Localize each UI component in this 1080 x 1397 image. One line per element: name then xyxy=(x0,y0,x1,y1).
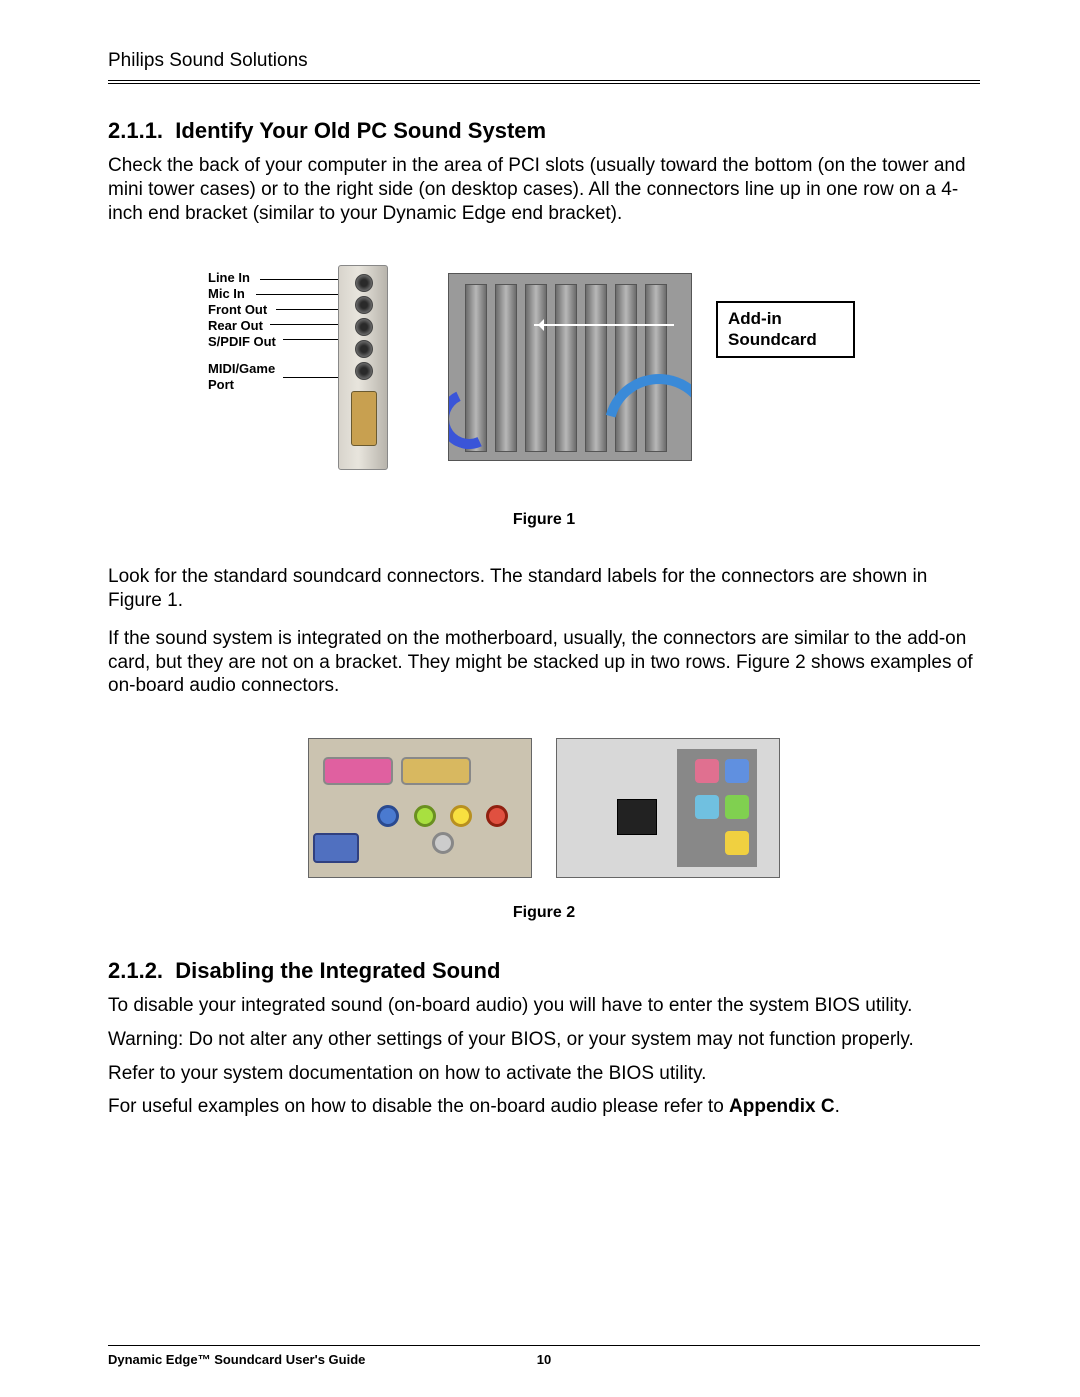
section-212-paragraph-3: Refer to your system documentation on ho… xyxy=(108,1062,980,1086)
jack-icon xyxy=(355,318,373,336)
section-212-paragraph-1: To disable your integrated sound (on-boa… xyxy=(108,994,980,1018)
audio-jack-icon xyxy=(725,831,749,855)
leader-line xyxy=(260,279,342,280)
parallel-port-icon xyxy=(323,757,393,785)
label-port: Port xyxy=(208,378,276,393)
section-212-paragraph-4: For useful examples on how to disable th… xyxy=(108,1095,980,1119)
header-rule xyxy=(108,80,980,84)
section-211-paragraph-1: Check the back of your computer in the a… xyxy=(108,154,980,225)
label-midi-game: MIDI/Game xyxy=(208,362,276,377)
paragraph-lookfor: Look for the standard soundcard connecto… xyxy=(108,565,980,613)
game-port-icon xyxy=(401,757,471,785)
section-title: Disabling the Integrated Sound xyxy=(175,958,500,983)
jack-icon xyxy=(355,362,373,380)
audio-jack-icon xyxy=(377,805,399,827)
audio-jack-icon xyxy=(414,805,436,827)
leader-line xyxy=(283,339,342,340)
appendix-c-ref: Appendix C xyxy=(729,1096,835,1117)
callout-line2: Soundcard xyxy=(728,330,817,349)
audio-jack-icon xyxy=(725,759,749,783)
audio-jack-icon xyxy=(486,805,508,827)
figure-2-caption: Figure 2 xyxy=(108,904,980,922)
arrow-icon xyxy=(534,324,674,326)
vga-port-icon xyxy=(313,833,359,863)
addin-soundcard-callout: Add-in Soundcard xyxy=(716,301,855,358)
leader-line xyxy=(256,294,342,295)
callout-line1: Add-in xyxy=(728,309,782,328)
audio-jack-icon xyxy=(695,759,719,783)
footer-page-number: 10 xyxy=(537,1352,551,1367)
audio-jack-icon xyxy=(725,795,749,819)
section-heading-212: 2.1.2. Disabling the Integrated Sound xyxy=(108,958,980,984)
paragraph-integrated: If the sound system is integrated on the… xyxy=(108,627,980,698)
section-number: 2.1.2. xyxy=(108,958,163,983)
pc-back-photo xyxy=(448,273,692,461)
page-header: Philips Sound Solutions xyxy=(108,50,980,72)
label-spdif-out: S/PDIF Out xyxy=(208,335,276,350)
footer-title: Dynamic Edge™ Soundcard User's Guide xyxy=(108,1352,365,1367)
page-footer: Dynamic Edge™ Soundcard User's Guide 10 xyxy=(108,1345,980,1367)
bracket-port-labels: Line In Mic In Front Out Rear Out S/PDIF… xyxy=(208,271,276,394)
section-title: Identify Your Old PC Sound System xyxy=(175,118,546,143)
onboard-audio-photo-b xyxy=(556,738,780,878)
label-front-out: Front Out xyxy=(208,303,276,318)
jack-icon xyxy=(355,296,373,314)
section-number: 2.1.1. xyxy=(108,118,163,143)
leader-line xyxy=(270,324,342,325)
audio-jack-icon xyxy=(432,832,454,854)
jack-icon xyxy=(355,340,373,358)
footer-rule xyxy=(108,1345,980,1346)
audio-jack-icon xyxy=(450,805,472,827)
section-heading-211: 2.1.1. Identify Your Old PC Sound System xyxy=(108,118,980,144)
section-212-paragraph-2: Warning: Do not alter any other settings… xyxy=(108,1028,980,1052)
label-rear-out: Rear Out xyxy=(208,319,276,334)
figure-2-area xyxy=(108,738,980,878)
usb-port-icon xyxy=(617,799,657,835)
p4-text-a: For useful examples on how to disable th… xyxy=(108,1096,729,1117)
leader-line xyxy=(283,377,342,378)
leader-line xyxy=(276,309,342,310)
soundcard-bracket-diagram xyxy=(338,265,388,470)
figure-1-area: Line In Mic In Front Out Rear Out S/PDIF… xyxy=(108,265,980,485)
midi-port-icon xyxy=(351,391,377,446)
audio-jack-icon xyxy=(695,795,719,819)
onboard-audio-photo-a xyxy=(308,738,532,878)
p4-text-c: . xyxy=(835,1096,840,1117)
jack-icon xyxy=(355,274,373,292)
figure-1-caption: Figure 1 xyxy=(108,511,980,529)
